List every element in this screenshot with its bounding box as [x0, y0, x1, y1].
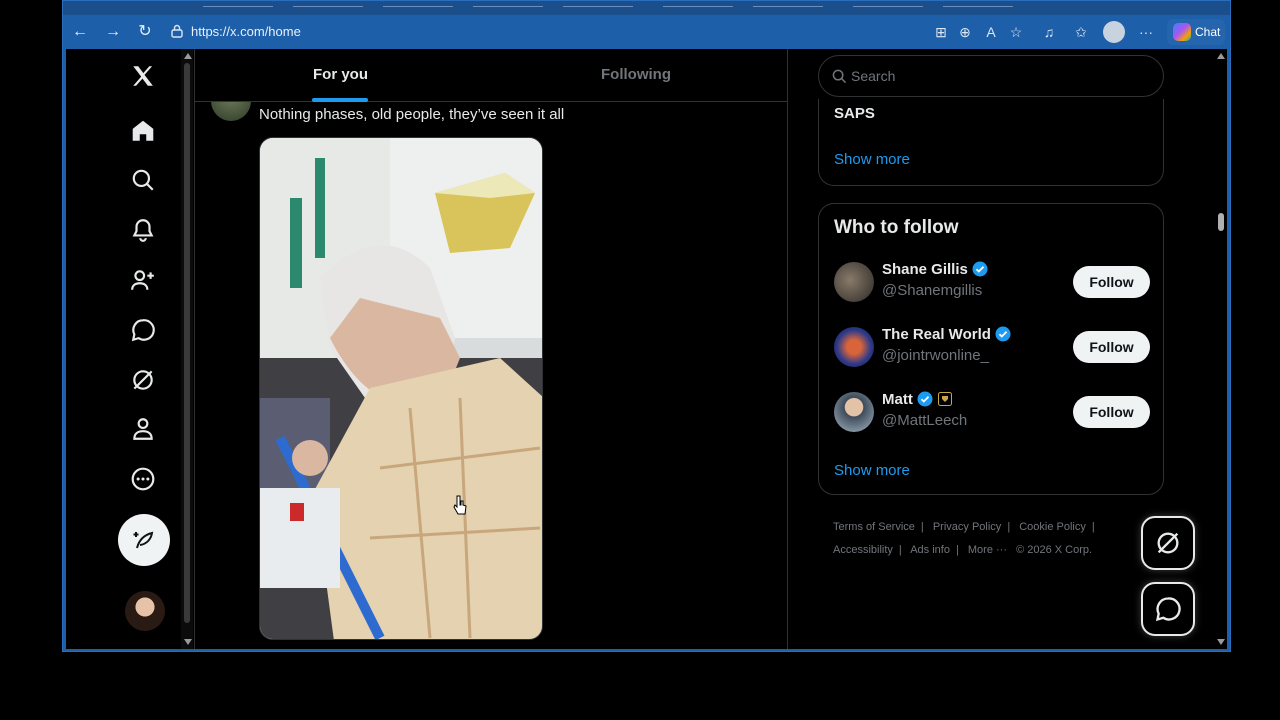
- account-name: Shane Gillis: [882, 261, 968, 278]
- privacy-link[interactable]: Privacy Policy: [933, 521, 1001, 533]
- browser-tab[interactable]: [203, 1, 273, 7]
- search-input[interactable]: Search: [818, 55, 1164, 97]
- browser-window: ← → ↻ https://x.com/home ⊞ ⊕ A ☆ ♫ ✩ ···…: [62, 0, 1231, 652]
- grok-icon[interactable]: [126, 363, 160, 397]
- favorite-icon[interactable]: ☆: [1006, 22, 1026, 42]
- tweet-text: Nothing phases, old people, they’ve seen…: [259, 106, 565, 123]
- bell-icon[interactable]: [126, 213, 160, 247]
- compose-button[interactable]: [118, 514, 170, 566]
- more-options-icon[interactable]: ···: [1136, 22, 1156, 42]
- account-handle: @jointrwonline_: [882, 347, 989, 364]
- refresh-icon[interactable]: ↻: [133, 21, 157, 43]
- favorites-icon[interactable]: ✩: [1071, 22, 1091, 42]
- accessibility-link[interactable]: Accessibility: [833, 544, 893, 556]
- copilot-icon: [1173, 23, 1191, 41]
- browser-tab[interactable]: [943, 1, 1013, 7]
- tab-following[interactable]: Following: [601, 66, 671, 83]
- follow-suggestion[interactable]: Matt @MattLeech Follow: [834, 387, 1150, 437]
- zoom-icon[interactable]: ⊕: [955, 22, 975, 42]
- follow-button[interactable]: Follow: [1073, 331, 1150, 363]
- apps-icon[interactable]: ⊞: [931, 22, 951, 42]
- account-handle: @MattLeech: [882, 412, 968, 429]
- people-icon[interactable]: [126, 263, 160, 297]
- timeline-tabs: For you Following: [195, 49, 787, 102]
- lock-icon: [171, 24, 183, 38]
- browser-tab[interactable]: [293, 1, 363, 7]
- forward-icon[interactable]: →: [101, 21, 125, 43]
- account-handle: @Shanemgillis: [882, 282, 983, 299]
- browser-tab[interactable]: [473, 1, 543, 7]
- avatar[interactable]: [834, 392, 874, 432]
- browser-tab[interactable]: [663, 1, 733, 7]
- ads-info-link[interactable]: Ads info: [910, 544, 950, 556]
- message-icon: [1155, 597, 1181, 622]
- search-icon: [832, 69, 847, 84]
- tab-for-you[interactable]: For you: [313, 66, 368, 83]
- tab-strip: [63, 1, 1230, 15]
- terms-link[interactable]: Terms of Service: [833, 521, 915, 533]
- follow-button[interactable]: Follow: [1073, 266, 1150, 298]
- profile-icon[interactable]: [126, 412, 160, 446]
- x-page: Nothing phases, old people, they’ve seen…: [66, 49, 1227, 649]
- browser-tab[interactable]: [753, 1, 823, 7]
- back-icon[interactable]: ←: [68, 21, 92, 43]
- timeline: Nothing phases, old people, they’ve seen…: [194, 49, 788, 649]
- browser-tab[interactable]: [563, 1, 633, 7]
- more-icon[interactable]: [126, 462, 160, 496]
- footer-links: Terms of Service | Privacy Policy | Cookie…: [833, 521, 1095, 556]
- browser-tab[interactable]: [383, 1, 453, 7]
- left-scrollbar[interactable]: [181, 49, 193, 649]
- message-icon[interactable]: [126, 313, 160, 347]
- tweet-video[interactable]: [259, 137, 543, 640]
- who-to-follow-title: Who to follow: [834, 217, 959, 238]
- cookie-link[interactable]: Cookie Policy: [1019, 521, 1086, 533]
- trend-item[interactable]: SAPS: [834, 105, 875, 122]
- extensions-icon[interactable]: ♫: [1039, 22, 1059, 42]
- avatar[interactable]: [834, 262, 874, 302]
- grok-fab-button[interactable]: [1141, 516, 1195, 570]
- verified-badge-icon: [995, 326, 1011, 342]
- who-to-follow-card: Who to follow Shane Gillis @Shanemgillis…: [818, 203, 1164, 495]
- search-placeholder: Search: [851, 68, 896, 84]
- trending-card: SAPS Show more: [818, 99, 1164, 186]
- account-avatar[interactable]: [125, 591, 165, 631]
- active-tab-indicator: [312, 98, 368, 102]
- affiliate-badge-icon: [937, 392, 952, 406]
- pointer-cursor-icon: [453, 495, 467, 515]
- follow-suggestion[interactable]: Shane Gillis @Shanemgillis Follow: [834, 257, 1150, 307]
- avatar[interactable]: [834, 327, 874, 367]
- read-aloud-icon[interactable]: A: [981, 22, 1001, 42]
- x-logo-icon[interactable]: [126, 59, 160, 93]
- more-link[interactable]: More ···: [968, 544, 1007, 556]
- compose-icon: [133, 531, 154, 549]
- follow-show-more-link[interactable]: Show more: [834, 462, 910, 479]
- grok-icon: [1157, 532, 1179, 554]
- browser-toolbar: ← → ↻ https://x.com/home ⊞ ⊕ A ☆ ♫ ✩ ···…: [63, 15, 1230, 49]
- account-name: Matt: [882, 391, 913, 408]
- account-name: The Real World: [882, 326, 991, 343]
- messages-fab-button[interactable]: [1141, 582, 1195, 636]
- home-icon[interactable]: [126, 114, 160, 148]
- copyright: © 2026 X Corp.: [1016, 544, 1093, 556]
- url-text: https://x.com/home: [191, 24, 301, 39]
- copilot-chat-button[interactable]: Chat: [1167, 19, 1225, 45]
- address-bar[interactable]: https://x.com/home: [163, 19, 933, 45]
- right-scrollbar[interactable]: [1214, 49, 1227, 649]
- video-frame: [260, 138, 542, 639]
- browser-tab[interactable]: [853, 1, 923, 7]
- search-icon[interactable]: [126, 163, 160, 197]
- verified-badge-icon: [917, 391, 933, 407]
- verified-badge-icon: [972, 261, 988, 277]
- profile-avatar-icon[interactable]: [1103, 21, 1125, 43]
- trends-show-more-link[interactable]: Show more: [834, 151, 910, 168]
- follow-suggestion[interactable]: The Real World @jointrwonline_ Follow: [834, 322, 1150, 372]
- follow-button[interactable]: Follow: [1073, 396, 1150, 428]
